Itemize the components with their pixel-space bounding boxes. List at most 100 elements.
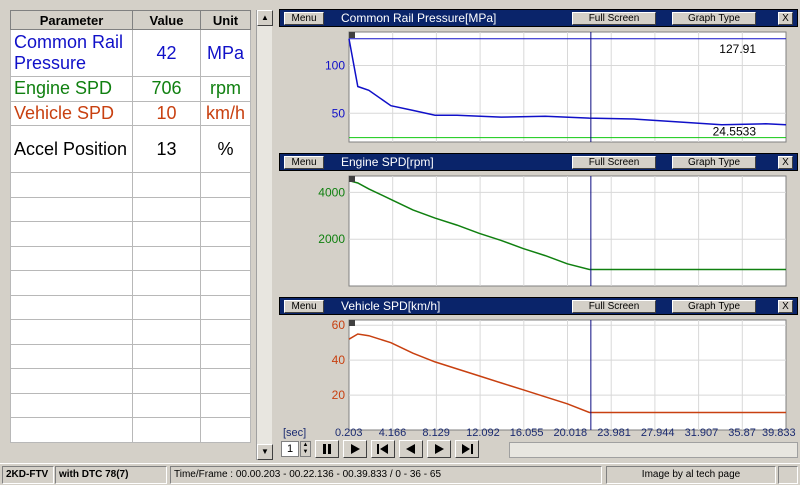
graph-panel: Menu Engine SPD[rpm] Full Screen Graph Type… [279, 153, 798, 296]
table-row [10, 172, 251, 198]
empty-cell [10, 172, 133, 198]
parameter-name: Common Rail Pressure [10, 29, 133, 77]
empty-cell [200, 368, 251, 394]
table-row[interactable]: Engine SPD 706 rpm [10, 76, 251, 102]
parameter-unit: rpm [200, 76, 251, 102]
parameter-unit: MPa [200, 29, 251, 77]
time-axis: [sec] 0.203 4.166 8.129 12.092 16.055 20.018 23… [279, 427, 798, 441]
status-dtc: with DTC 78(7) [55, 466, 167, 484]
pause-button[interactable] [315, 440, 339, 458]
step-back-button[interactable] [371, 440, 395, 458]
y-tick-label: 60 [332, 318, 346, 332]
x-tick-label: 20.018 [553, 427, 588, 439]
x-tick-label: 39.833 [762, 427, 796, 439]
table-row[interactable]: Vehicle SPD 10 km/h [10, 100, 251, 126]
header-value[interactable]: Value [132, 10, 201, 30]
close-graph-button[interactable]: X [778, 12, 793, 25]
parameter-value: 706 [132, 76, 201, 102]
step-forward-button[interactable] [455, 440, 479, 458]
empty-cell [200, 245, 251, 271]
header-unit[interactable]: Unit [200, 10, 251, 30]
full-screen-button[interactable]: Full Screen [572, 300, 656, 313]
table-row [10, 294, 251, 320]
empty-cell [10, 270, 133, 296]
graph-plot[interactable]: 60 40 20 [279, 315, 798, 440]
x-tick-label: 31.907 [684, 427, 719, 439]
forward-button[interactable] [427, 440, 451, 458]
scroll-down-icon[interactable]: ▼ [257, 444, 273, 460]
status-credit: Image by al tech page [606, 466, 776, 484]
step-back-icon [377, 444, 388, 454]
empty-cell [200, 392, 251, 418]
empty-cell [10, 343, 133, 369]
max-value-label: 127.91 [719, 42, 756, 56]
status-extra [778, 466, 798, 484]
graph-type-button[interactable]: Graph Type [672, 300, 756, 313]
play-button[interactable] [343, 440, 367, 458]
back-button[interactable] [399, 440, 423, 458]
x-tick-label: 8.129 [422, 427, 450, 439]
empty-cell [132, 417, 201, 443]
table-row[interactable]: Common Rail Pressure 42 MPa [10, 29, 251, 77]
data-table-panel: Parameter Value Unit Common Rail Pressur… [0, 0, 274, 462]
parameter-name: Accel Position [10, 125, 133, 173]
play-icon [351, 444, 360, 454]
full-screen-button[interactable]: Full Screen [572, 12, 656, 25]
empty-cell [132, 392, 201, 418]
status-bar: 2KD-FTV with DTC 78(7) Time/Frame : 00.0… [0, 463, 800, 485]
empty-cell [200, 270, 251, 296]
x-tick-label: 16.055 [509, 427, 544, 439]
parameter-unit: % [200, 125, 251, 173]
close-graph-button[interactable]: X [778, 300, 793, 313]
x-tick-label: 4.166 [378, 427, 407, 439]
playback-speed-input[interactable]: 1 [281, 441, 299, 457]
x-tick-label: 12.092 [466, 427, 500, 439]
start-marker-icon [349, 176, 355, 182]
close-graph-button[interactable]: X [778, 156, 793, 169]
y-tick-label: 40 [332, 353, 346, 367]
graph-menu-button[interactable]: Menu [284, 156, 324, 169]
graph-panel: Menu Vehicle SPD[km/h] Full Screen Graph Ty… [279, 297, 798, 440]
empty-cell [10, 221, 133, 247]
table-vertical-scrollbar[interactable]: ▲ ▼ [256, 10, 273, 460]
scroll-up-icon[interactable]: ▲ [257, 10, 273, 26]
y-tick-label: 50 [332, 106, 346, 120]
parameter-name: Vehicle SPD [10, 100, 133, 126]
full-screen-button[interactable]: Full Screen [572, 156, 656, 169]
graph-menu-button[interactable]: Menu [284, 300, 324, 313]
graph-plot[interactable]: 100 50 127.91 24.5533 [279, 27, 798, 152]
empty-cell [132, 319, 201, 345]
empty-cell [200, 172, 251, 198]
graph-type-button[interactable]: Graph Type [672, 12, 756, 25]
table-row [10, 221, 251, 247]
time-scrollbar[interactable] [509, 442, 798, 458]
x-axis-unit: [sec] [283, 427, 307, 439]
y-tick-label: 2000 [318, 232, 345, 246]
empty-cell [200, 196, 251, 222]
start-marker-icon [349, 32, 355, 38]
empty-cell [200, 294, 251, 320]
empty-cell [132, 196, 201, 222]
table-row [10, 417, 251, 443]
graph-plot[interactable]: 4000 2000 [279, 171, 798, 296]
empty-cell [10, 392, 133, 418]
graph-title-bar: Menu Engine SPD[rpm] Full Screen Graph Type… [279, 153, 798, 171]
graph-title: Engine SPD[rpm] [341, 155, 434, 169]
graph-menu-button[interactable]: Menu [284, 12, 324, 25]
empty-cell [132, 343, 201, 369]
speed-spinner[interactable]: ▲ ▼ [300, 441, 311, 457]
parameter-unit: km/h [200, 100, 251, 126]
empty-cell [10, 417, 133, 443]
back-icon [406, 444, 415, 454]
x-tick-label: 0.203 [335, 427, 363, 439]
parameter-value: 10 [132, 100, 201, 126]
table-row[interactable]: Accel Position 13% [10, 125, 251, 173]
empty-cell [10, 319, 133, 345]
y-tick-label: 4000 [318, 185, 345, 199]
header-parameter[interactable]: Parameter [10, 10, 133, 30]
table-row [10, 392, 251, 418]
x-tick-label: 27.944 [640, 427, 675, 439]
graph-type-button[interactable]: Graph Type [672, 156, 756, 169]
parameter-name: Engine SPD [10, 76, 133, 102]
y-tick-label: 20 [332, 388, 346, 402]
